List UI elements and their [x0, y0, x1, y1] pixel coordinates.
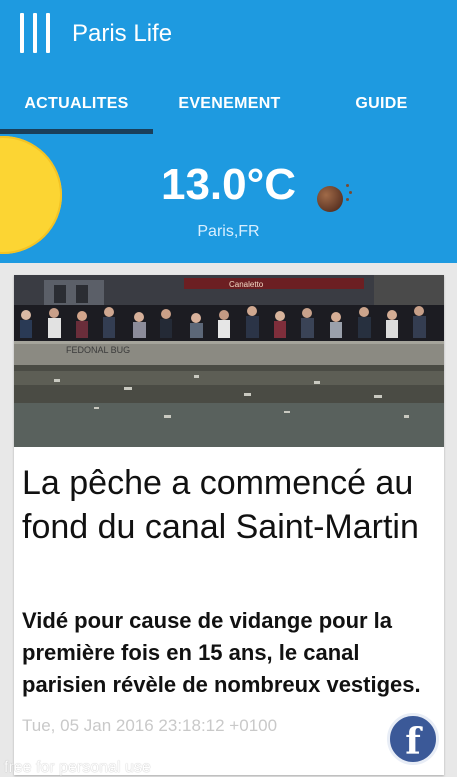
article-summary: Vidé pour cause de vidange pour la premi…: [22, 608, 421, 697]
location: Paris,FR: [197, 223, 260, 240]
shop-sign-text: Canaletto: [229, 280, 264, 289]
app-bar: Paris Life ACTUALITES EVENEMENT GUIDE 13…: [0, 0, 457, 263]
tab-actualites[interactable]: ACTUALITES: [0, 82, 153, 134]
article-card[interactable]: Canaletto FEDONAL BUG La pêche a commenc…: [14, 275, 444, 775]
facebook-share-button[interactable]: f: [387, 713, 439, 765]
tab-bar: ACTUALITES EVENEMENT GUIDE: [0, 82, 457, 134]
hamburger-menu-icon[interactable]: [20, 13, 52, 53]
tab-evenement[interactable]: EVENEMENT: [153, 82, 306, 134]
temperature: 13.0°C: [160, 160, 296, 209]
tab-guide[interactable]: GUIDE: [306, 82, 457, 134]
app-title: Paris Life: [72, 20, 173, 47]
watermark: free for personal use: [4, 759, 151, 776]
article-date: Tue, 05 Jan 2016 23:18:12 +0100: [22, 716, 278, 735]
facebook-icon: f: [405, 721, 421, 763]
article-headline[interactable]: La pêche a commencé au fond du canal Sai…: [22, 461, 437, 549]
wall-graffiti-text: FEDONAL BUG: [66, 345, 130, 355]
article-photo[interactable]: Canaletto FEDONAL BUG: [14, 275, 444, 447]
canal-photo-illustration: Canaletto FEDONAL BUG: [14, 275, 444, 447]
tab-indicator: [0, 129, 153, 134]
weather-icon: [317, 182, 353, 212]
